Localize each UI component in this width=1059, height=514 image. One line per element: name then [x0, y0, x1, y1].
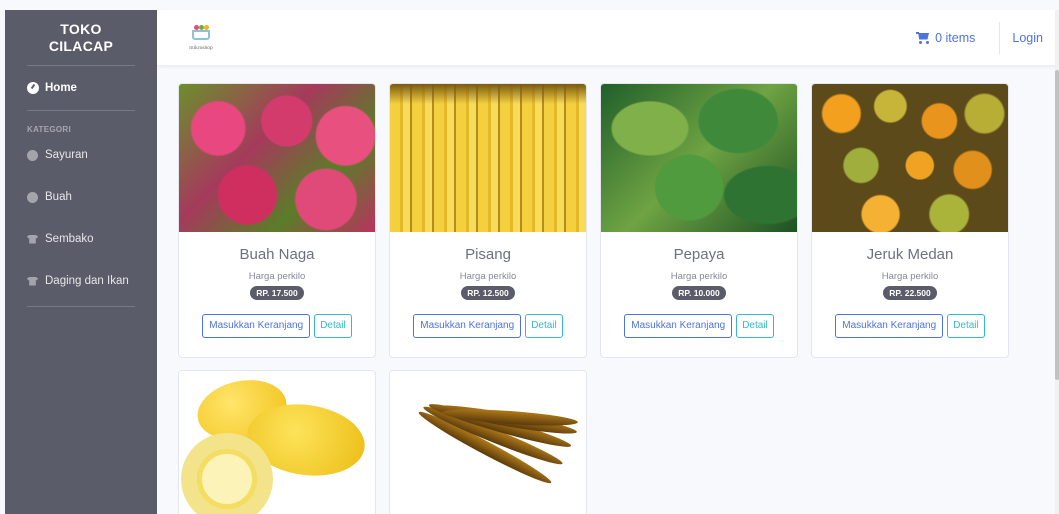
- sidebar-item-label: Buah: [45, 191, 72, 203]
- app-root: TOKO CILACAP Home KATEGORI Sayuran Buah …: [0, 0, 1059, 514]
- add-to-cart-button[interactable]: Masukkan Keranjang: [624, 314, 733, 338]
- shirt-icon: [27, 234, 38, 244]
- product-card: Buah Naga Harga perkilo RP. 17.500 Masuk…: [178, 83, 376, 358]
- sidebar-brand[interactable]: TOKO CILACAP: [5, 10, 157, 65]
- sidebar-item-home[interactable]: Home: [5, 66, 157, 110]
- sidebar-item-buah[interactable]: Buah: [5, 176, 157, 218]
- product-image-lemon: [179, 371, 375, 514]
- product-image-buah-naga: [179, 84, 375, 232]
- cart-count: 0 items: [935, 30, 976, 45]
- topbar-right: 0 items Login: [916, 10, 1059, 65]
- cart-logo-icon: [190, 24, 212, 43]
- price-badge: RP. 10.000: [672, 286, 726, 300]
- price-badge: RP. 22.500: [883, 286, 937, 300]
- sidebar-item-label: Sayuran: [45, 149, 88, 161]
- sidebar-item-daging-dan-ikan[interactable]: Daging dan Ikan: [5, 260, 157, 302]
- add-to-cart-button[interactable]: Masukkan Keranjang: [835, 314, 944, 338]
- topbar: mikroshop 0 items Login: [157, 10, 1059, 65]
- scrollbar-thumb[interactable]: [1055, 70, 1059, 380]
- price-badge: RP. 17.500: [250, 286, 304, 300]
- dashboard-icon: [27, 82, 39, 94]
- product-card: Pepaya Harga perkilo RP. 10.000 Masukkan…: [600, 83, 798, 358]
- product-card: [178, 370, 376, 514]
- product-unit: Harga perkilo: [459, 271, 517, 282]
- product-unit: Harga perkilo: [881, 271, 939, 282]
- circle-icon: [27, 149, 38, 161]
- sidebar: TOKO CILACAP Home KATEGORI Sayuran Buah …: [5, 10, 157, 514]
- product-card: [389, 370, 587, 514]
- shopping-cart-icon: [916, 31, 930, 44]
- shop-logo[interactable]: mikroshop: [181, 19, 221, 57]
- sidebar-heading: KATEGORI: [27, 125, 72, 134]
- sidebar-item-sayuran[interactable]: Sayuran: [5, 134, 157, 176]
- product-card: Pisang Harga perkilo RP. 12.500 Masukkan…: [389, 83, 587, 358]
- sidebar-item-label: Sembako: [45, 233, 94, 245]
- sidebar-divider: [27, 306, 135, 307]
- sidebar-item-label: Daging dan Ikan: [45, 275, 129, 287]
- add-to-cart-button[interactable]: Masukkan Keranjang: [413, 314, 522, 338]
- detail-button[interactable]: Detail: [736, 314, 774, 338]
- sidebar-item-sembako[interactable]: Sembako: [5, 218, 157, 260]
- detail-button[interactable]: Detail: [947, 314, 985, 338]
- add-to-cart-button[interactable]: Masukkan Keranjang: [202, 314, 311, 338]
- product-card: Jeruk Medan Harga perkilo RP. 22.500 Mas…: [811, 83, 1009, 358]
- product-unit: Harga perkilo: [670, 271, 728, 282]
- page-scrollbar[interactable]: [1055, 10, 1059, 514]
- product-name: Pisang: [465, 246, 511, 263]
- detail-button[interactable]: Detail: [314, 314, 352, 338]
- cart-link[interactable]: 0 items: [916, 31, 999, 45]
- price-badge: RP. 12.500: [461, 286, 515, 300]
- product-unit: Harga perkilo: [248, 271, 306, 282]
- sidebar-item-label: Home: [45, 82, 77, 94]
- product-name: Jeruk Medan: [866, 246, 954, 263]
- product-image-pisang: [390, 84, 586, 232]
- circle-icon: [27, 191, 38, 203]
- product-name: Pepaya: [673, 246, 725, 263]
- login-link[interactable]: Login: [1000, 31, 1059, 45]
- shirt-icon: [27, 276, 38, 286]
- product-image-jeruk-medan: [812, 84, 1008, 232]
- product-name: Buah Naga: [239, 246, 315, 263]
- detail-button[interactable]: Detail: [525, 314, 563, 338]
- brand-text: TOKO CILACAP: [48, 20, 114, 54]
- product-image-pepaya: [601, 84, 797, 232]
- logo-text: mikroshop: [189, 44, 213, 51]
- product-image-plantain: [390, 371, 586, 514]
